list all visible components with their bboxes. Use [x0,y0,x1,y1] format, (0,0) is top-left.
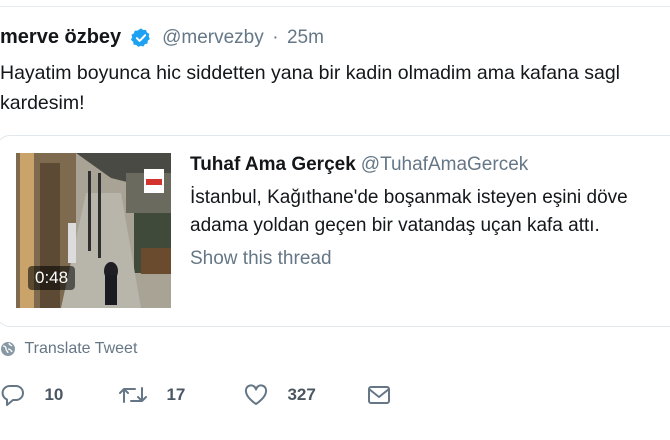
quoted-author-name: Tuhaf Ama Gerçek [190,154,356,175]
direct-message-button[interactable] [366,382,392,414]
quoted-author-handle: @TuhafAmaGercek [360,154,529,175]
like-button[interactable]: 327 [243,382,316,414]
video-duration: 0:48 [28,266,76,290]
globe-icon [1,342,15,356]
reply-count: 10 [44,385,64,404]
author-name[interactable]: merve özbey [0,26,121,49]
like-count: 327 [287,385,316,404]
author-handle[interactable]: @mervezby [162,27,264,49]
reply-icon [1,385,24,406]
retweet-count: 17 [166,385,186,404]
tweet-actions: 10 17 327 [0,382,670,414]
message-icon [368,386,390,404]
translate-label: Translate Tweet [24,340,138,357]
reply-button[interactable]: 10 [0,382,63,414]
video-thumbnail[interactable]: 0:48 [16,153,171,308]
tweet-header: merve özbey @mervezby · 25m [0,26,324,52]
translate-tweet-link[interactable]: Translate Tweet [0,340,137,362]
like-icon [244,384,268,405]
verified-badge-icon [130,27,150,47]
quoted-tweet-card[interactable]: 0:48 Tuhaf Ama Gerçek @TuhafAmaGercek İst… [0,135,670,327]
tweet-text: Hayatim boyunca hic siddetten yana bir k… [0,62,621,114]
top-divider [0,6,670,7]
show-thread-link[interactable]: Show this thread [190,248,332,270]
header-separator: · [272,26,279,48]
tweet-timestamp[interactable]: 25m [287,27,324,49]
retweet-icon [119,387,147,403]
retweet-button[interactable]: 17 [118,382,185,414]
quoted-tweet-text: İstanbul, Kağıthane'de boşanmak isteyen … [190,187,628,236]
quoted-author: Tuhaf Ama Gerçek @TuhafAmaGercek [190,154,528,176]
